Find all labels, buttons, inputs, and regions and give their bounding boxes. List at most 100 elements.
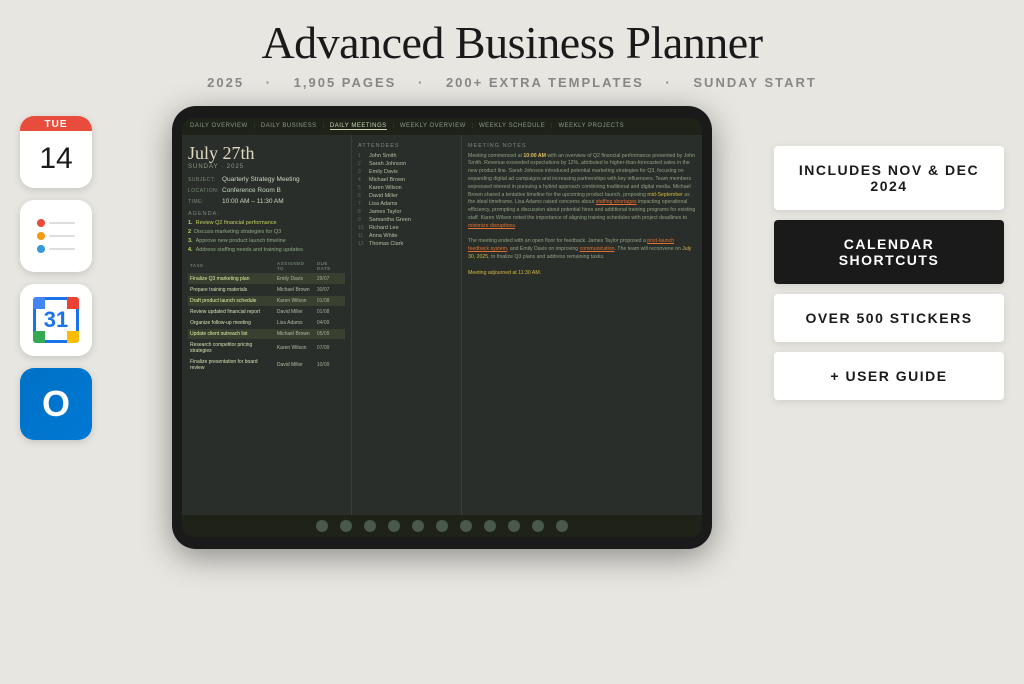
outlook-app-icon[interactable]: O xyxy=(20,368,92,440)
attendee-number: 9 xyxy=(358,217,366,223)
attendee-number: 12 xyxy=(358,241,366,247)
task-assigned-cell: Karen Wilson xyxy=(275,295,315,306)
tablet-bottom-bar xyxy=(182,515,702,537)
attendee-number: 5 xyxy=(358,185,366,191)
agenda-item-2: 2 Discuss marketing strategies for Q3 xyxy=(188,229,345,235)
table-row: Research competitor pricing strategies K… xyxy=(188,339,345,356)
task-name-cell: Research competitor pricing strategies xyxy=(188,339,275,356)
task-date-cell: 04/09 xyxy=(315,317,345,328)
reminder-line-1 xyxy=(49,222,75,224)
gcal-inner: 31 xyxy=(33,297,79,343)
attendee-number: 8 xyxy=(358,209,366,215)
list-item: 9 Samantha Green xyxy=(358,217,455,223)
subtitle-start: SUNDAY START xyxy=(693,75,816,90)
tablet-device: DAILY OVERVIEW | DAILY BUSINESS | DAILY … xyxy=(172,106,712,549)
outlook-letter: O xyxy=(42,383,70,425)
subtitle-pages: 1,905 PAGES xyxy=(294,75,397,90)
meeting-date-sub: SUNDAY · 2025 xyxy=(188,164,345,170)
tablet-content-area: July 27th SUNDAY · 2025 SUBJECT: Quarter… xyxy=(182,135,702,515)
left-icons-column: TUE 14 31 xyxy=(20,106,110,549)
list-item: 10 Richard Lee xyxy=(358,225,455,231)
attendee-name: Richard Lee xyxy=(369,225,399,231)
calendar-day-label: TUE xyxy=(20,116,92,131)
attendee-number: 2 xyxy=(358,161,366,167)
nav-item-weekly-overview[interactable]: WEEKLY OVERVIEW xyxy=(400,123,466,129)
attendee-name: David Miller xyxy=(369,193,398,199)
task-assigned-cell: Lisa Adams xyxy=(275,317,315,328)
reminder-dot-3 xyxy=(37,245,75,253)
task-date-cell: 10/09 xyxy=(315,356,345,373)
tablet-container: DAILY OVERVIEW | DAILY BUSINESS | DAILY … xyxy=(126,106,758,549)
meeting-date: July 27th xyxy=(188,143,345,164)
list-item: 8 James Taylor xyxy=(358,209,455,215)
tasks-table: TASK ASSIGNED TO DUE DATE Finalize Q3 ma… xyxy=(188,259,345,374)
attendee-name: Lisa Adams xyxy=(369,201,397,207)
attendee-name: Michael Brown xyxy=(369,177,405,183)
task-assigned-cell: Michael Brown xyxy=(275,284,315,295)
task-date-cell: 29/07 xyxy=(315,273,345,284)
tablet-screen: DAILY OVERVIEW | DAILY BUSINESS | DAILY … xyxy=(182,118,702,537)
reminder-circle-blue xyxy=(37,245,45,253)
table-row: Prepare training materials Michael Brown… xyxy=(188,284,345,295)
badge-calendar-shortcuts: CALENDAR SHORTCUTS xyxy=(774,220,1004,284)
list-item: 5 Karen Wilson xyxy=(358,185,455,191)
reminders-app-icon[interactable] xyxy=(20,200,92,272)
attendee-name: John Smith xyxy=(369,153,397,159)
badge-stickers-text: OVER 500 STICKERS xyxy=(794,310,984,326)
gcal-corner-bl xyxy=(33,331,45,343)
list-item: 4 Michael Brown xyxy=(358,177,455,183)
agenda-item-3: 3. Approve new product launch timeline xyxy=(188,238,345,244)
list-item: 12 Thomas Clark xyxy=(358,241,455,247)
gcal-corner-tl xyxy=(33,297,45,309)
task-name-cell: Organize follow-up meeting xyxy=(188,317,275,328)
main-layout: TUE 14 31 xyxy=(0,106,1024,549)
dot2: · xyxy=(418,75,424,90)
left-details-panel: July 27th SUNDAY · 2025 SUBJECT: Quarter… xyxy=(182,135,352,515)
subtitle: 2025 · 1,905 PAGES · 200+ EXTRA TEMPLATE… xyxy=(0,75,1024,90)
subtitle-year: 2025 xyxy=(207,75,244,90)
tablet-bottom-icon xyxy=(436,520,448,532)
table-row: Organize follow-up meeting Lisa Adams 04… xyxy=(188,317,345,328)
badge-nov-dec-text: INCLUDES NOV & DEC 2024 xyxy=(794,162,984,194)
tablet-bottom-icon xyxy=(532,520,544,532)
attendee-number: 4 xyxy=(358,177,366,183)
time-row: TIME: 10:00 AM – 11:30 AM xyxy=(188,198,345,205)
nav-item-daily-meetings[interactable]: DAILY MEETINGS xyxy=(330,123,387,130)
task-date-cell: 30/07 xyxy=(315,284,345,295)
attendee-number: 3 xyxy=(358,169,366,175)
tablet-bottom-icon xyxy=(484,520,496,532)
task-name-cell: Prepare training materials xyxy=(188,284,275,295)
badge-user-guide: + USER GUIDE xyxy=(774,352,1004,400)
gcal-corner-tr xyxy=(67,297,79,309)
reminder-dot-2 xyxy=(37,232,75,240)
attendee-name: Sarah Johnson xyxy=(369,161,406,167)
notes-content: Meeting commenced at 10:00 AM with an ov… xyxy=(468,153,696,278)
nav-item-daily-overview[interactable]: DAILY OVERVIEW xyxy=(190,123,248,129)
tablet-nav-bar: DAILY OVERVIEW | DAILY BUSINESS | DAILY … xyxy=(182,118,702,135)
tablet-bottom-icon xyxy=(556,520,568,532)
reminder-dot-1 xyxy=(37,219,75,227)
nav-item-daily-business[interactable]: DAILY BUSINESS xyxy=(261,123,317,129)
google-calendar-app-icon[interactable]: 31 xyxy=(20,284,92,356)
gcal-corner-br xyxy=(67,331,79,343)
list-item: 6 David Miller xyxy=(358,193,455,199)
agenda-item-4: 4. Address staffing needs and training u… xyxy=(188,247,345,253)
table-row: Finalize presentation for board review D… xyxy=(188,356,345,373)
tablet-bottom-icon xyxy=(364,520,376,532)
attendee-name: Anna White xyxy=(369,233,397,239)
table-row: Review updated financial report David Mi… xyxy=(188,306,345,317)
location-label: LOCATION: xyxy=(188,187,218,194)
subtitle-templates: 200+ EXTRA TEMPLATES xyxy=(446,75,644,90)
calendar-app-icon[interactable]: TUE 14 xyxy=(20,116,92,188)
tablet-bottom-icon xyxy=(412,520,424,532)
attendee-number: 6 xyxy=(358,193,366,199)
tablet-bottom-icon xyxy=(340,520,352,532)
reminder-circle-red xyxy=(37,219,45,227)
calendar-date-number: 14 xyxy=(20,131,92,188)
attendee-name: James Taylor xyxy=(369,209,401,215)
dot3: · xyxy=(665,75,671,90)
nav-item-weekly-schedule[interactable]: WEEKLY SCHEDULE xyxy=(479,123,545,129)
nav-item-weekly-projects[interactable]: WEEKLY PROJECTS xyxy=(558,123,624,129)
agenda-section-title: AGENDA: xyxy=(188,211,345,217)
table-row: Finalize Q3 marketing plan Emily Davis 2… xyxy=(188,273,345,284)
